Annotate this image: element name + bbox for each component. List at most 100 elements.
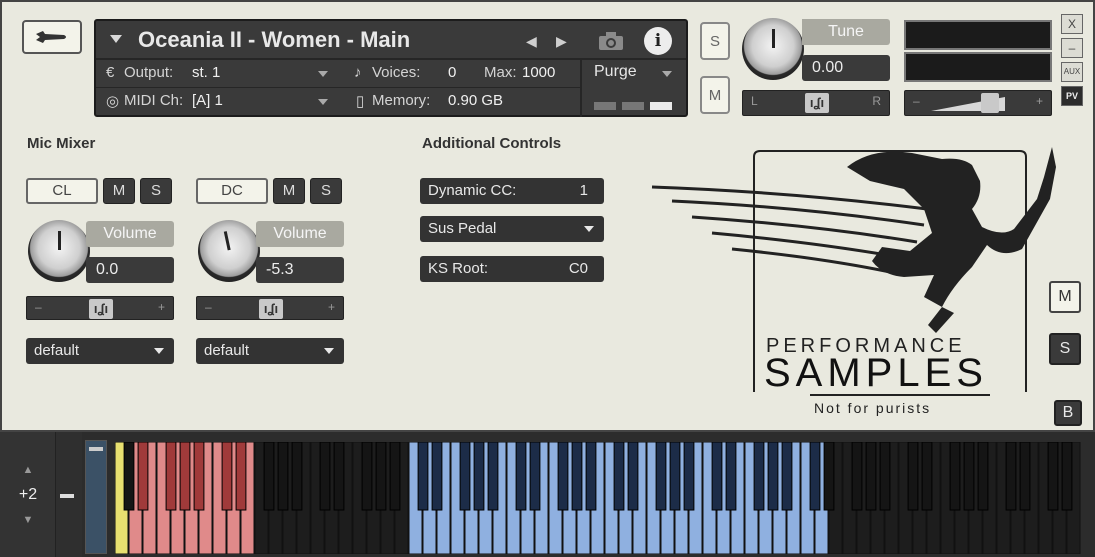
piano-keyboard[interactable] [115,442,1090,554]
black-key[interactable] [683,442,695,511]
black-key[interactable] [389,442,401,511]
black-key[interactable] [585,442,597,511]
black-key[interactable] [515,442,527,511]
black-key[interactable] [1047,442,1059,511]
dynamic-cc-control[interactable]: Dynamic CC: 1 [420,178,604,204]
snapshot-camera-icon[interactable] [594,25,628,57]
black-key[interactable] [711,442,723,511]
mic-cl-pan-handle-icon[interactable]: ıʆı [89,299,113,319]
solo-button[interactable]: S [700,22,730,60]
right-solo-button[interactable]: S [1049,333,1081,365]
pan-handle-icon[interactable]: ıʆı [805,93,829,113]
mic-cl-volume-value[interactable]: 0.0 [86,257,174,283]
prev-instrument-icon[interactable]: ◀ [526,33,537,50]
black-key[interactable] [361,442,373,511]
mute-button[interactable]: M [700,76,730,114]
black-key[interactable] [865,442,877,511]
black-key[interactable] [767,442,779,511]
mic-cl-solo-button[interactable]: S [140,178,172,204]
info-icon[interactable]: i [644,27,672,55]
mic-cl-route-dropdown[interactable]: default [26,338,174,364]
instrument-menu-icon[interactable] [110,35,122,43]
mic-cl-pan-slider[interactable]: – ıʆı + [26,296,174,320]
black-key[interactable] [137,442,149,511]
pitch-wheel[interactable] [56,432,82,557]
black-key[interactable] [291,442,303,511]
black-key[interactable] [781,442,793,511]
black-key[interactable] [179,442,191,511]
wrench-button[interactable] [22,20,82,54]
black-key[interactable] [235,442,247,511]
black-key[interactable] [277,442,289,511]
purge-dropdown[interactable]: Purge [594,63,637,81]
ks-root-control[interactable]: KS Root: C0 [420,256,604,282]
mic-dc-name[interactable]: DC [196,178,268,204]
volume-handle-icon[interactable] [981,93,999,113]
black-key[interactable] [823,442,835,511]
output-value[interactable]: st. 1 [192,64,220,81]
black-key[interactable] [473,442,485,511]
mod-wheel[interactable] [85,440,107,554]
black-key[interactable] [725,442,737,511]
black-key[interactable] [319,442,331,511]
right-b-button[interactable]: B [1054,400,1082,426]
mic-cl-mute-button[interactable]: M [103,178,135,204]
black-key[interactable] [753,442,765,511]
tune-value[interactable]: 0.00 [802,55,890,81]
black-key[interactable] [669,442,681,511]
minimize-button[interactable]: – [1061,38,1083,58]
black-key[interactable] [221,442,233,511]
purge-dropdown-icon[interactable] [662,71,672,77]
close-button[interactable]: X [1061,14,1083,34]
black-key[interactable] [431,442,443,511]
black-key[interactable] [809,442,821,511]
black-key[interactable] [459,442,471,511]
mic-dc-volume-value[interactable]: -5.3 [256,257,344,283]
black-key[interactable] [1005,442,1017,511]
black-key[interactable] [571,442,583,511]
black-key[interactable] [963,442,975,511]
midi-channel-value[interactable]: [A] 1 [192,92,223,109]
right-mute-button[interactable]: M [1049,281,1081,313]
black-key[interactable] [417,442,429,511]
black-key[interactable] [851,442,863,511]
black-key[interactable] [375,442,387,511]
volume-slider[interactable]: – + [904,90,1052,116]
black-key[interactable] [557,442,569,511]
max-voices-value[interactable]: 1000 [522,64,555,81]
black-key[interactable] [165,442,177,511]
black-key[interactable] [613,442,625,511]
black-key[interactable] [193,442,205,511]
octave-up-icon[interactable]: ▲ [0,464,56,476]
black-key[interactable] [921,442,933,511]
output-dropdown-icon[interactable] [318,71,328,77]
octave-down-icon[interactable]: ▼ [0,514,56,526]
mic-dc-mute-button[interactable]: M [273,178,305,204]
pv-button[interactable]: PV [1061,86,1083,106]
black-key[interactable] [949,442,961,511]
black-key[interactable] [487,442,499,511]
black-key[interactable] [907,442,919,511]
next-instrument-icon[interactable]: ▶ [556,33,567,50]
black-key[interactable] [1061,442,1073,511]
black-key[interactable] [879,442,891,511]
mic-dc-pan-slider[interactable]: – ıʆı + [196,296,344,320]
black-key[interactable] [123,442,135,511]
black-key[interactable] [655,442,667,511]
midi-dropdown-icon[interactable] [318,99,328,105]
mic-cl-name[interactable]: CL [26,178,98,204]
black-key[interactable] [627,442,639,511]
black-key[interactable] [333,442,345,511]
black-key[interactable] [263,442,275,511]
black-key[interactable] [977,442,989,511]
instrument-title[interactable]: Oceania II - Women - Main [138,27,410,53]
tune-knob[interactable] [742,18,804,80]
master-pan-slider[interactable]: L ıʆı R [742,90,890,116]
sus-pedal-dropdown[interactable]: Sus Pedal [420,216,604,242]
mic-dc-route-dropdown[interactable]: default [196,338,344,364]
mic-dc-solo-button[interactable]: S [310,178,342,204]
black-key[interactable] [1019,442,1031,511]
black-key[interactable] [529,442,541,511]
mic-cl-volume-knob[interactable] [28,220,90,282]
mic-dc-volume-knob[interactable] [198,220,260,282]
